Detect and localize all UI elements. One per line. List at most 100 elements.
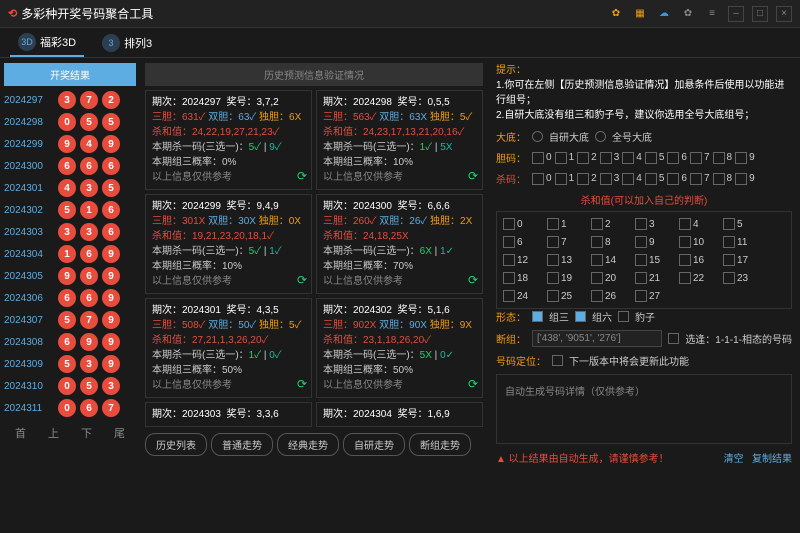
refresh-icon[interactable]: ⟳	[297, 167, 307, 185]
draw-row[interactable]: 2024298055	[4, 113, 136, 131]
refresh-icon[interactable]: ⟳	[297, 271, 307, 289]
tab-pailie3[interactable]: 3 排列3	[94, 30, 160, 56]
draw-row[interactable]: 2024305969	[4, 267, 136, 285]
draw-row[interactable]: 2024310053	[4, 377, 136, 395]
digit-checkbox[interactable]	[555, 152, 567, 164]
hezhi-checkbox[interactable]	[503, 290, 515, 302]
close-icon[interactable]: ×	[776, 6, 792, 22]
digit-checkbox[interactable]	[713, 152, 725, 164]
refresh-icon[interactable]: ⟳	[468, 167, 478, 185]
digit-checkbox[interactable]	[667, 152, 679, 164]
digit-checkbox[interactable]	[622, 173, 634, 185]
draw-row[interactable]: 2024299949	[4, 135, 136, 153]
hezhi-checkbox[interactable]	[503, 254, 515, 266]
trend-button[interactable]: 断组走势	[409, 433, 471, 456]
nav-last[interactable]: 尾	[114, 425, 125, 441]
digit-checkbox[interactable]	[735, 152, 747, 164]
duanzu-input[interactable]: ['438', '9051', '276']	[532, 330, 662, 347]
digit-checkbox[interactable]	[645, 173, 657, 185]
draw-row[interactable]: 2024311067	[4, 399, 136, 417]
trend-button[interactable]: 普通走势	[211, 433, 273, 456]
number-ball: 5	[80, 377, 98, 395]
nav-prev[interactable]: 上	[48, 425, 59, 441]
grid-icon[interactable]: ▦	[632, 6, 648, 22]
radio-ziyan[interactable]	[532, 131, 543, 142]
hezhi-checkbox[interactable]	[635, 236, 647, 248]
digit-checkbox[interactable]	[690, 152, 702, 164]
clear-button[interactable]: 清空	[724, 454, 744, 465]
radio-quanhao[interactable]	[595, 131, 606, 142]
digit-checkbox[interactable]	[600, 152, 612, 164]
trend-button[interactable]: 历史列表	[145, 433, 207, 456]
draw-row[interactable]: 2024300666	[4, 157, 136, 175]
settings-icon[interactable]: ✿	[680, 6, 696, 22]
hezhi-checkbox[interactable]	[591, 290, 603, 302]
draw-row[interactable]: 2024306669	[4, 289, 136, 307]
hezhi-checkbox[interactable]	[547, 272, 559, 284]
tab-fucai3d[interactable]: 3D 福彩3D	[10, 29, 84, 57]
digit-checkbox[interactable]	[600, 173, 612, 185]
gear-icon[interactable]: ✿	[608, 6, 624, 22]
draw-row[interactable]: 2024308699	[4, 333, 136, 351]
hezhi-checkbox[interactable]	[679, 218, 691, 230]
hezhi-checkbox[interactable]	[591, 236, 603, 248]
refresh-icon[interactable]: ⟳	[468, 271, 478, 289]
refresh-icon[interactable]: ⟳	[468, 375, 478, 393]
digit-checkbox[interactable]	[622, 152, 634, 164]
draw-row[interactable]: 2024309539	[4, 355, 136, 373]
hezhi-checkbox[interactable]	[547, 254, 559, 266]
filter-panel: 提示： 1.你可在左侧【历史预测信息验证情况】加悬条件后使用以功能进行组号； 2…	[488, 58, 800, 533]
hezhi-checkbox[interactable]	[679, 254, 691, 266]
trend-button[interactable]: 经典走势	[277, 433, 339, 456]
trend-button[interactable]: 自研走势	[343, 433, 405, 456]
maximize-icon[interactable]: □	[752, 6, 768, 22]
chk-dingwei[interactable]	[552, 355, 563, 366]
refresh-icon[interactable]: ⟳	[297, 375, 307, 393]
hezhi-checkbox[interactable]	[503, 218, 515, 230]
hezhi-checkbox[interactable]	[635, 218, 647, 230]
hezhi-checkbox[interactable]	[635, 290, 647, 302]
digit-checkbox[interactable]	[532, 152, 544, 164]
draw-row[interactable]: 2024304169	[4, 245, 136, 263]
hezhi-checkbox[interactable]	[591, 218, 603, 230]
hezhi-checkbox[interactable]	[723, 254, 735, 266]
digit-checkbox[interactable]	[667, 173, 679, 185]
hezhi-checkbox[interactable]	[723, 272, 735, 284]
draw-row[interactable]: 2024303336	[4, 223, 136, 241]
hezhi-checkbox[interactable]	[547, 218, 559, 230]
draw-row[interactable]: 2024307579	[4, 311, 136, 329]
menu-icon[interactable]: ≡	[704, 6, 720, 22]
digit-checkbox[interactable]	[713, 173, 725, 185]
hezhi-checkbox[interactable]	[679, 272, 691, 284]
digit-checkbox[interactable]	[690, 173, 702, 185]
hezhi-checkbox[interactable]	[503, 236, 515, 248]
hezhi-checkbox[interactable]	[591, 272, 603, 284]
draw-row[interactable]: 2024301435	[4, 179, 136, 197]
hezhi-checkbox[interactable]	[635, 272, 647, 284]
hezhi-checkbox[interactable]	[503, 272, 515, 284]
chk-xuanfeng[interactable]	[668, 333, 679, 344]
cloud-icon[interactable]: ☁	[656, 6, 672, 22]
draw-row[interactable]: 2024302516	[4, 201, 136, 219]
hezhi-checkbox[interactable]	[547, 236, 559, 248]
hezhi-checkbox[interactable]	[723, 236, 735, 248]
hezhi-checkbox[interactable]	[591, 254, 603, 266]
hezhi-checkbox[interactable]	[547, 290, 559, 302]
digit-checkbox[interactable]	[555, 173, 567, 185]
minimize-icon[interactable]: –	[728, 6, 744, 22]
chk-baozi[interactable]	[618, 311, 629, 322]
digit-checkbox[interactable]	[577, 173, 589, 185]
draw-row[interactable]: 2024297372	[4, 91, 136, 109]
nav-next[interactable]: 下	[81, 425, 92, 441]
chk-zusan[interactable]	[532, 311, 543, 322]
digit-checkbox[interactable]	[645, 152, 657, 164]
hezhi-checkbox[interactable]	[679, 236, 691, 248]
copy-button[interactable]: 复制结果	[752, 454, 792, 465]
digit-checkbox[interactable]	[735, 173, 747, 185]
digit-checkbox[interactable]	[577, 152, 589, 164]
hezhi-checkbox[interactable]	[635, 254, 647, 266]
digit-checkbox[interactable]	[532, 173, 544, 185]
nav-first[interactable]: 首	[15, 425, 26, 441]
chk-zuliu[interactable]	[575, 311, 586, 322]
hezhi-checkbox[interactable]	[723, 218, 735, 230]
